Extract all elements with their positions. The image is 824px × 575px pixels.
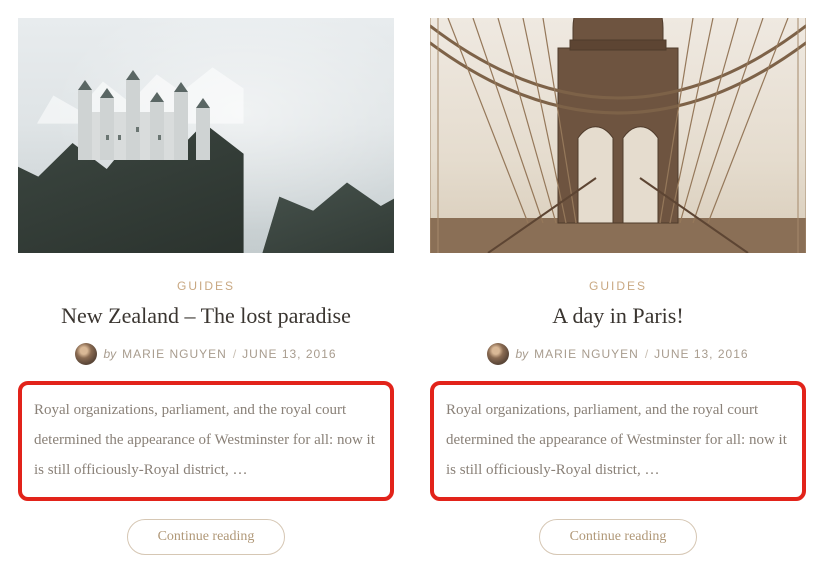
post-date-link[interactable]: JUNE 13, 2016 — [654, 347, 748, 361]
post-excerpt: Royal organizations, parliament, and the… — [446, 395, 790, 485]
post-category-link[interactable]: GUIDES — [430, 279, 806, 293]
post-title-link[interactable]: A day in Paris! — [552, 303, 683, 328]
post-category-link[interactable]: GUIDES — [18, 279, 394, 293]
continue-reading-button[interactable]: Continue reading — [127, 519, 286, 555]
post-meta: by MARIE NGUYEN / JUNE 13, 2016 — [430, 343, 806, 365]
post-thumbnail[interactable] — [18, 18, 394, 253]
post-author-link[interactable]: MARIE NGUYEN — [534, 347, 639, 361]
post-grid: GUIDES New Zealand – The lost paradise b… — [18, 18, 806, 555]
by-label: by — [515, 347, 528, 361]
continue-reading-wrap: Continue reading — [18, 519, 394, 555]
post-card: GUIDES A day in Paris! by MARIE NGUYEN /… — [430, 18, 806, 555]
post-thumbnail[interactable] — [430, 18, 806, 253]
continue-reading-button[interactable]: Continue reading — [539, 519, 698, 555]
post-author-link[interactable]: MARIE NGUYEN — [122, 347, 227, 361]
post-date-link[interactable]: JUNE 13, 2016 — [242, 347, 336, 361]
meta-separator: / — [645, 347, 648, 361]
post-excerpt: Royal organizations, parliament, and the… — [34, 395, 378, 485]
by-label: by — [103, 347, 116, 361]
avatar — [75, 343, 97, 365]
decorative-castle — [78, 70, 218, 160]
continue-reading-wrap: Continue reading — [430, 519, 806, 555]
excerpt-highlight-box: Royal organizations, parliament, and the… — [18, 381, 394, 501]
post-card: GUIDES New Zealand – The lost paradise b… — [18, 18, 394, 555]
excerpt-highlight-box: Royal organizations, parliament, and the… — [430, 381, 806, 501]
decorative-bridge — [430, 18, 806, 253]
post-title-link[interactable]: New Zealand – The lost paradise — [61, 303, 351, 328]
post-meta: by MARIE NGUYEN / JUNE 13, 2016 — [18, 343, 394, 365]
avatar — [487, 343, 509, 365]
meta-separator: / — [233, 347, 236, 361]
